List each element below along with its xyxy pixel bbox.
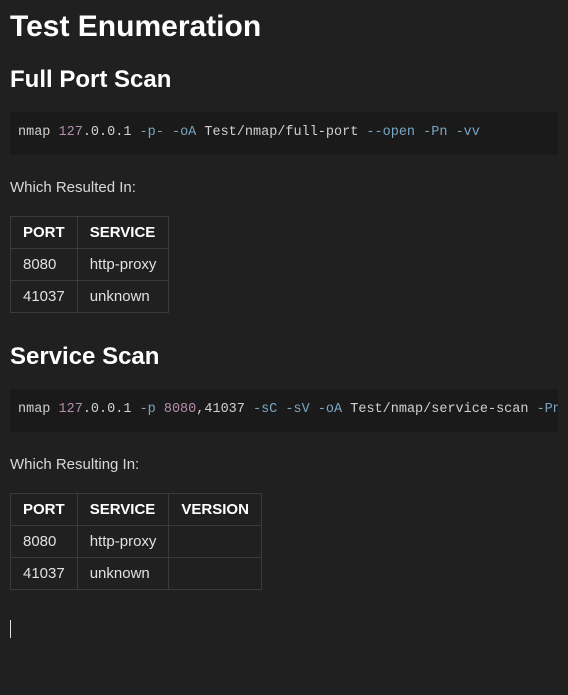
section-heading: Full Port Scan: [10, 66, 558, 94]
code-token: -vv: [456, 125, 480, 140]
table-row: 41037 unknown: [11, 280, 169, 312]
table-row: 41037 unknown: [11, 557, 262, 589]
code-token: -p: [140, 402, 156, 417]
code-token: ,41037: [196, 402, 253, 417]
col-version: VERSION: [169, 493, 262, 525]
cell-version: [169, 557, 262, 589]
code-token: [310, 402, 318, 417]
code-token: -oA: [172, 125, 196, 140]
code-token: Test/nmap/full-port: [196, 125, 366, 140]
code-token: nmap: [18, 125, 59, 140]
code-token: [415, 125, 423, 140]
code-token: -oA: [318, 402, 342, 417]
cell-version: [169, 525, 262, 557]
document-page: Test Enumeration Full Port Scan nmap 127…: [0, 0, 568, 658]
cell-port: 41037: [11, 280, 78, 312]
code-token: [164, 125, 172, 140]
table-header-row: PORT SERVICE VERSION: [11, 493, 262, 525]
result-note: Which Resulted In:: [10, 179, 558, 196]
code-token: [447, 125, 455, 140]
code-token: Test/nmap/service-scan: [342, 402, 536, 417]
cell-service: http-proxy: [77, 525, 169, 557]
code-token: -sC: [253, 402, 277, 417]
code-block-full-port[interactable]: nmap 127.0.0.1 -p- -oA Test/nmap/full-po…: [10, 112, 558, 155]
code-token: -sV: [285, 402, 309, 417]
section-service-scan: Service Scan nmap 127.0.0.1 -p 8080,4103…: [10, 343, 558, 590]
code-token: 127: [59, 125, 83, 140]
code-token: --open: [366, 125, 415, 140]
cell-service: unknown: [77, 280, 169, 312]
section-heading: Service Scan: [10, 343, 558, 371]
col-port: PORT: [11, 216, 78, 248]
code-block-service-scan[interactable]: nmap 127.0.0.1 -p 8080,41037 -sC -sV -oA…: [10, 389, 558, 432]
cell-port: 41037: [11, 557, 78, 589]
table-row: 8080 http-proxy: [11, 248, 169, 280]
code-token: 127: [59, 402, 83, 417]
code-token: .0.0.1: [83, 402, 140, 417]
code-token: .0.0.1: [83, 125, 140, 140]
table-row: 8080 http-proxy: [11, 525, 262, 557]
col-service: SERVICE: [77, 493, 169, 525]
cell-port: 8080: [11, 525, 78, 557]
code-token: -p-: [140, 125, 164, 140]
col-service: SERVICE: [77, 216, 169, 248]
table-header-row: PORT SERVICE: [11, 216, 169, 248]
code-token: -Pn: [537, 402, 558, 417]
cell-service: unknown: [77, 557, 169, 589]
text-cursor: [10, 620, 11, 638]
result-table-service-scan: PORT SERVICE VERSION 8080 http-proxy 410…: [10, 493, 262, 590]
cell-port: 8080: [11, 248, 78, 280]
section-full-port-scan: Full Port Scan nmap 127.0.0.1 -p- -oA Te…: [10, 66, 558, 313]
code-token: nmap: [18, 402, 59, 417]
cell-service: http-proxy: [77, 248, 169, 280]
page-title: Test Enumeration: [10, 10, 558, 44]
col-port: PORT: [11, 493, 78, 525]
code-token: 8080: [164, 402, 196, 417]
code-token: [156, 402, 164, 417]
result-table-full-port: PORT SERVICE 8080 http-proxy 41037 unkno…: [10, 216, 169, 313]
code-token: -Pn: [423, 125, 447, 140]
result-note: Which Resulting In:: [10, 456, 558, 473]
